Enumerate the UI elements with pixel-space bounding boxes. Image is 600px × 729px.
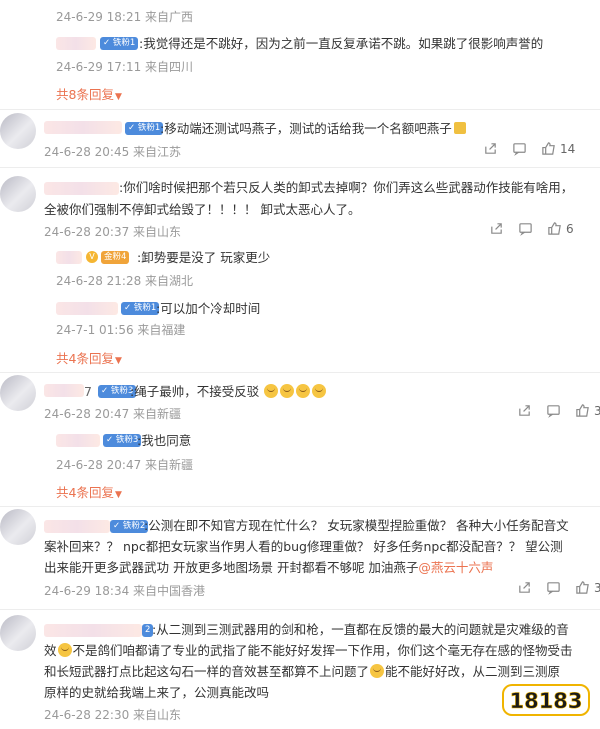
comment-timestamp: 24-6-28 20:45 来自江苏	[44, 145, 182, 159]
chevron-down-icon: ▼	[114, 490, 122, 500]
reply-timestamp: 24-6-29 18:21 来自广西	[56, 10, 194, 24]
reply-timestamp: 24-6-28 21:28 来自湖北	[56, 274, 194, 288]
comment-text: :绳子最帅，不接受反驳	[130, 381, 327, 402]
fan-badge: ✓ 铁粉1	[125, 122, 164, 135]
chevron-down-icon: ▼	[114, 92, 122, 102]
emoji-icon	[312, 384, 327, 398]
comment-text-line1: :你们啥时候把那个若只反人类的卸式去掉啊？你们弄这么些武器动作技能有啥用，	[119, 180, 574, 195]
reply-text: :我也同意	[137, 433, 192, 448]
reply-text: :卸势要是没了 玩家更少	[137, 250, 271, 265]
site-watermark-logo: 18183	[502, 683, 590, 717]
blurred-username[interactable]	[44, 624, 142, 637]
reply-timestamp: 24-6-29 17:11 来自四川	[56, 60, 194, 74]
comment-icon	[519, 223, 532, 236]
username[interactable]: 7	[44, 381, 92, 402]
reply-timestamp: 24-6-28 20:47 来自新疆	[56, 458, 194, 472]
like-button[interactable]: 3	[575, 580, 600, 595]
comment-icon	[547, 582, 560, 595]
comment-timestamp: 24-6-28 20:47 来自新疆	[44, 407, 182, 421]
like-count: 14	[560, 141, 576, 156]
fan-badge: ✓ 铁粉1	[100, 37, 139, 50]
share-button[interactable]	[489, 221, 504, 236]
emoji-icon	[296, 384, 311, 398]
more-replies-link[interactable]: 共8条回复▼	[56, 84, 122, 103]
emoji-icon	[280, 384, 295, 398]
avatar[interactable]	[0, 113, 36, 149]
comment-button[interactable]	[518, 221, 533, 236]
share-icon	[519, 405, 530, 416]
comment-button[interactable]	[512, 141, 527, 156]
share-icon	[491, 223, 502, 234]
share-icon	[485, 143, 496, 154]
comment-timestamp: 24-6-29 18:34 来自中国香港	[44, 584, 206, 598]
reply-text: :可以加个冷却时间	[156, 301, 261, 316]
comment-timestamp: 24-6-28 20:37 来自山东	[44, 225, 182, 239]
svg-text:18183: 18183	[509, 689, 582, 713]
comment-actions: 3	[517, 403, 600, 418]
divider	[0, 372, 600, 373]
like-button[interactable]: 3	[575, 403, 600, 418]
blurred-username[interactable]	[44, 121, 122, 134]
blurred-username[interactable]	[44, 520, 110, 533]
fan-badge: ✓ 铁粉3	[103, 434, 142, 447]
avatar[interactable]	[0, 509, 36, 545]
emoji-icon	[453, 122, 466, 134]
comment-text-line1: :从二测到三测武器用的剑和枪，一直都在反馈的最大的问题就是灾难级的音	[152, 622, 569, 637]
like-icon	[576, 404, 589, 417]
divider	[0, 609, 600, 610]
blurred-username[interactable]	[56, 251, 82, 264]
comment-text-line1: :公测在即不知官方现在忙什么？ 女玩家模型捏脸重做？ 各种大小任务配音文	[144, 518, 569, 533]
verified-icon: V	[86, 251, 98, 263]
comment-button[interactable]	[546, 403, 561, 418]
share-button[interactable]	[483, 141, 498, 156]
chevron-down-icon: ▼	[114, 356, 122, 366]
like-icon	[576, 581, 589, 594]
emoji-icon	[264, 384, 279, 398]
like-count: 3	[594, 580, 600, 595]
like-icon	[548, 222, 561, 235]
divider	[0, 109, 600, 110]
avatar[interactable]	[0, 615, 36, 651]
fan-badge: ✓ 铁粉2	[110, 520, 149, 533]
more-replies-link[interactable]: 共4条回复▼	[56, 348, 122, 367]
comment-actions: 6	[489, 221, 574, 236]
comment-text-line4: 原样的史就给我端上来了，公测真能改吗	[44, 685, 270, 700]
comment-icon	[547, 405, 560, 418]
share-icon	[519, 582, 530, 593]
comment-actions: 14	[483, 141, 575, 156]
blurred-username[interactable]	[56, 302, 118, 315]
comment-icon	[513, 143, 526, 156]
more-replies-link[interactable]: 共4条回复▼	[56, 482, 122, 501]
comment-text-line2: 案补回来？？ npc都把女玩家当作男人看的bug修理重做？ 好多任务npc都没配…	[44, 539, 563, 554]
comment-timestamp: 24-6-28 22:30 来自山东	[44, 708, 182, 722]
emoji-icon	[370, 664, 385, 678]
comment-text-line2: 全被你们强制不停卸式给毁了！！！！ 卸式太恶心人了。	[44, 202, 361, 217]
like-count: 6	[566, 221, 574, 236]
reply-timestamp: 24-7-1 01:56 来自福建	[56, 323, 186, 337]
like-button[interactable]: 14	[541, 141, 575, 156]
comment-actions: 3	[517, 580, 600, 595]
comment-text-line2: 效不是鸽们咱都请了专业的武指了能不能好好发挥一下作用，你们这个毫无存在感的怪物受…	[44, 643, 573, 658]
divider	[0, 167, 600, 168]
fan-badge: ✓ 铁粉1	[121, 302, 160, 315]
emoji-icon	[57, 643, 72, 657]
blurred-username[interactable]	[56, 434, 100, 447]
like-count: 3	[594, 403, 600, 418]
comment-button[interactable]	[546, 580, 561, 595]
comment-text-line3: 和长短武器打点比起这勾石一样的音效甚至都算不上问题了 能不能好好改，从二测到三测原	[44, 664, 561, 679]
blurred-username[interactable]	[44, 182, 119, 195]
reply-text: :我觉得还是不跳好，因为之前一直反复承诺不跳。如果跳了很影响声誉的	[139, 36, 544, 51]
divider	[0, 506, 600, 507]
fan-badge: 金粉4	[101, 251, 130, 264]
blurred-username[interactable]	[56, 37, 96, 50]
share-button[interactable]	[517, 403, 532, 418]
avatar[interactable]	[0, 375, 36, 411]
share-button[interactable]	[517, 580, 532, 595]
mention-link[interactable]: @燕云十六声	[418, 560, 493, 575]
like-icon	[542, 142, 555, 155]
comment-text: :移动端还测试吗燕子，测试的话给我一个名额吧燕子	[160, 118, 466, 139]
avatar[interactable]	[0, 176, 36, 212]
comment-text-line3: 出来能开更多武器武功 开放更多地图场景 开封都看不够呢 加油燕子@燕云十六声	[44, 560, 494, 575]
like-button[interactable]: 6	[547, 221, 574, 236]
